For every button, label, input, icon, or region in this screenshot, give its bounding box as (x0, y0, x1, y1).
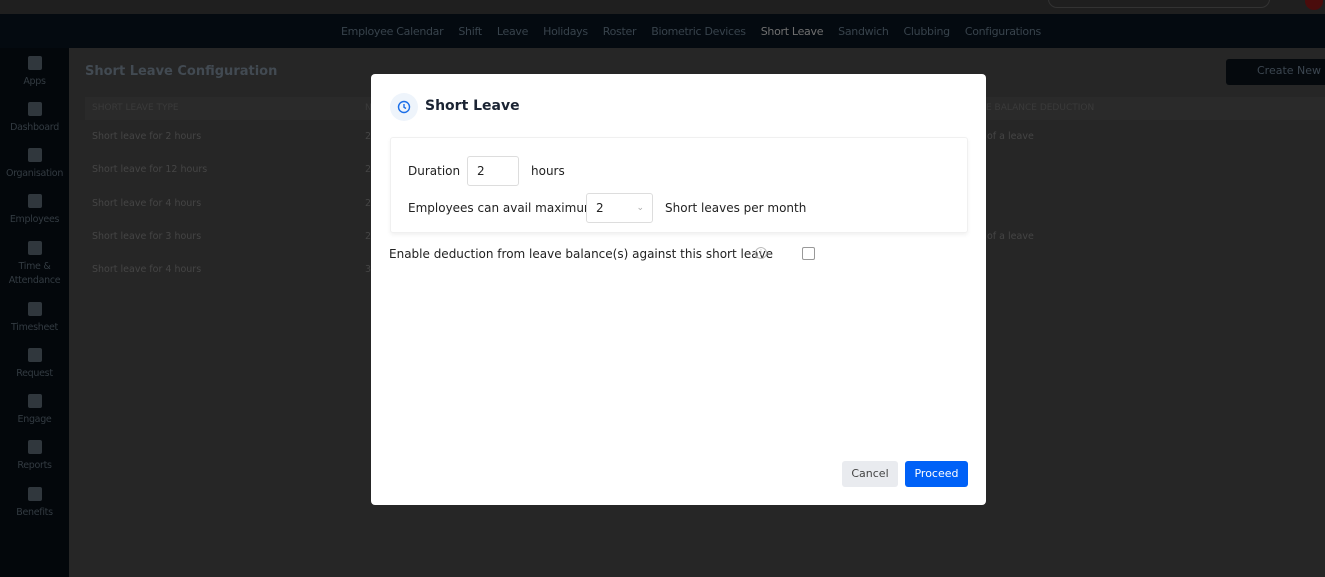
row-type: Short leave for 4 hours (92, 264, 202, 275)
timesheet-icon (27, 302, 42, 316)
create-new-button[interactable]: Create New (1226, 59, 1325, 85)
calendar-icon (27, 241, 42, 255)
sidebar-item-organisation[interactable]: Organisation (0, 148, 69, 181)
max-select[interactable]: 2 ⌄ (586, 193, 653, 223)
dashboard-icon (27, 102, 42, 116)
sidebar-item-employees[interactable]: Employees (0, 194, 69, 227)
tab-clubbing[interactable]: Clubbing (904, 25, 951, 38)
building-icon (27, 148, 42, 162)
sidebar-item-benefits[interactable]: Benefits (0, 487, 69, 520)
avatar[interactable] (1305, 0, 1323, 10)
tab-shift[interactable]: Shift (458, 25, 482, 38)
deduction-checkbox[interactable] (802, 247, 815, 260)
settings-card: Duration 2 hours Employees can avail max… (390, 137, 968, 233)
apps-grid-icon (27, 56, 42, 70)
browser-bar (0, 0, 1325, 14)
chevron-down-icon: ⌄ (636, 203, 644, 213)
report-icon (27, 440, 42, 454)
hours-label: hours (531, 164, 565, 178)
sidebar: Apps Dashboard Organisation Employees Ti… (0, 48, 69, 577)
chart-icon (27, 394, 42, 408)
sidebar-item-dashboard[interactable]: Dashboard (0, 102, 69, 135)
cancel-button[interactable]: Cancel (842, 461, 898, 487)
top-nav: Employee Calendar Shift Leave Holidays R… (0, 14, 1325, 48)
sidebar-item-apps[interactable]: Apps (0, 56, 69, 89)
row-type: Short leave for 2 hours (92, 131, 202, 142)
users-icon (27, 194, 42, 208)
tab-leave[interactable]: Leave (497, 25, 529, 38)
clock-icon (390, 93, 418, 121)
tab-holidays[interactable]: Holidays (543, 25, 588, 38)
tab-employee-calendar[interactable]: Employee Calendar (341, 25, 444, 38)
sidebar-item-timesheet[interactable]: Timesheet (0, 302, 69, 335)
short-leave-modal: Short Leave Duration 2 hours Employees c… (371, 74, 986, 505)
row-type: Short leave for 4 hours (92, 198, 202, 209)
tab-configurations[interactable]: Configurations (965, 25, 1041, 38)
tab-roster[interactable]: Roster (603, 25, 637, 38)
search-box[interactable] (1048, 0, 1270, 8)
sidebar-item-time-attendance[interactable]: Time & Attendance (0, 241, 69, 288)
benefits-icon (27, 487, 42, 501)
per-month-label: Short leaves per month (665, 201, 807, 215)
header-short-leave-type: SHORT LEAVE TYPE (92, 103, 179, 113)
tab-sandwich[interactable]: Sandwich (838, 25, 889, 38)
row-deduction: of a leave (987, 131, 1034, 142)
sidebar-item-request[interactable]: Request (0, 348, 69, 381)
max-label: Employees can avail maximum (408, 201, 596, 215)
tab-biometric-devices[interactable]: Biometric Devices (651, 25, 746, 38)
deduction-label: Enable deduction from leave balance(s) a… (389, 247, 774, 261)
proceed-button[interactable]: Proceed (905, 461, 968, 487)
modal-title: Short Leave (425, 98, 520, 114)
sidebar-item-reports[interactable]: Reports (0, 440, 69, 473)
header-balance-deduction: E BALANCE DEDUCTION (986, 103, 1095, 113)
row-deduction: of a leave (987, 231, 1034, 242)
tab-short-leave[interactable]: Short Leave (761, 25, 824, 38)
duration-label: Duration (408, 164, 461, 178)
request-icon (27, 348, 42, 362)
duration-input[interactable]: 2 (467, 156, 519, 186)
page-title: Short Leave Configuration (85, 64, 278, 79)
row-type: Short leave for 12 hours (92, 164, 208, 175)
info-icon[interactable]: i (755, 247, 767, 259)
row-type: Short leave for 3 hours (92, 231, 202, 242)
sidebar-item-engage[interactable]: Engage (0, 394, 69, 427)
